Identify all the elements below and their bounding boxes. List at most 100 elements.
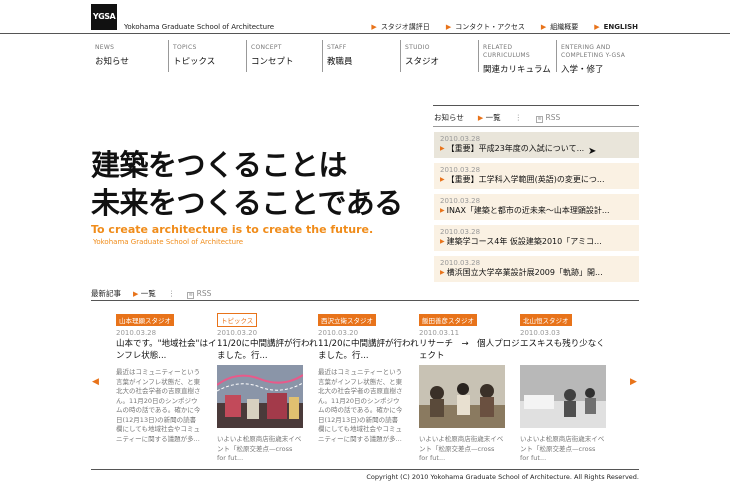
latest-list-link[interactable]: ▶ 一覧	[133, 288, 156, 299]
card-date: 2010.03.20	[318, 329, 359, 337]
card-text: 最近はコミュニティーという言葉がインフレ状態だ、と東北大の社会学者の吉原直樹さん…	[318, 368, 403, 443]
triangle-icon: ▶	[440, 145, 445, 152]
util-link-label: コンタクト・アクセス	[455, 23, 525, 31]
header-divider	[0, 33, 730, 34]
arrow-icon: ▶	[133, 290, 139, 298]
util-link-label: 組織概要	[550, 23, 579, 31]
main-nav: NEWS お知らせ TOPICS トピックス CONCEPT コンセプト STAFF 教…	[91, 40, 639, 75]
nav-jp-label: トピックス	[173, 57, 216, 67]
nav-en-label: ENTERING AND COMPLETING Y-GSA	[561, 44, 626, 59]
util-link-schedule[interactable]: ▶ スタジオ講評日	[371, 22, 429, 32]
nav-topics[interactable]: TOPICS トピックス	[169, 40, 247, 72]
card-image[interactable]	[520, 365, 606, 428]
news-title: お知らせ	[434, 113, 464, 122]
utility-nav: ▶ スタジオ講評日 ▶ コンタクト・アクセス ▶ 組織概要 ▶ ENGLISH	[371, 22, 638, 32]
rss-label: RSS	[196, 288, 212, 298]
nav-jp-label: 入学・修了	[561, 65, 604, 75]
card-tag[interactable]: 飯田善彦スタジオ	[419, 314, 477, 326]
util-link-contact[interactable]: ▶ コンタクト・アクセス	[446, 22, 525, 32]
article-card[interactable]: トピックス 2010.03.20 11/20に中間講評が行われました。行... …	[216, 308, 318, 468]
latest-list-label: 一覧	[140, 289, 156, 298]
card-tag[interactable]: 西沢立衛スタジオ	[318, 314, 376, 326]
card-title[interactable]: リサーチ → 個人プロジェクト	[419, 338, 520, 362]
news-date: 2010.03.28	[440, 259, 481, 267]
nav-jp-label: コンセプト	[251, 57, 294, 67]
news-item-title: 【重要】平成23年度の入試について...	[446, 144, 585, 153]
news-divider	[433, 105, 639, 106]
arrow-icon: ▶	[371, 23, 377, 31]
article-card[interactable]: 西沢立衛スタジオ 2010.03.20 11/20に中間講評が行われました。行.…	[318, 308, 419, 468]
arrow-icon: ▶	[594, 23, 600, 31]
separator: ⋮	[167, 289, 176, 298]
news-item[interactable]: 2010.03.28 ▶ 【重要】平成23年度の入試について... ➤	[434, 132, 639, 158]
news-item[interactable]: 2010.03.28 ▶ 建築学コース4年 仮設建築2010「アミコ...	[434, 225, 639, 251]
nav-admission[interactable]: ENTERING AND COMPLETING Y-GSA 入学・修了	[557, 40, 639, 75]
card-title[interactable]: エスキスも残り少なく	[520, 338, 621, 350]
card-date: 2010.03.28	[116, 329, 157, 337]
news-item-title: 【重要】工学科入学範囲(英語)の変更につ...	[446, 175, 605, 184]
card-date: 2010.03.11	[419, 329, 460, 337]
news-item-title: 横浜国立大学卒業設計展2009「軌跡」開...	[446, 268, 603, 277]
util-link-english[interactable]: ▶ ENGLISH	[594, 22, 638, 32]
card-image[interactable]	[419, 365, 505, 428]
card-title[interactable]: 11/20に中間講評が行われました。行...	[217, 338, 318, 362]
triangle-icon: ▶	[440, 207, 445, 214]
card-tag[interactable]: 山本理顕スタジオ	[116, 314, 174, 326]
arrow-icon: ▶	[445, 23, 452, 31]
util-link-label: スタジオ講評日	[380, 23, 430, 31]
news-item[interactable]: 2010.03.28 ▶ 【重要】工学科入学範囲(英語)の変更につ...	[434, 163, 639, 189]
card-date: 2010.03.20	[217, 329, 258, 337]
logo[interactable]: YGSA	[91, 4, 117, 30]
hero-english: To create architecture is to create the …	[91, 223, 374, 236]
latest-divider	[91, 300, 639, 301]
news-item-title: INAX「建築と都市の近未来〜山本理顕設計...	[446, 206, 610, 215]
util-link-about[interactable]: ▶ 組織概要	[541, 22, 578, 32]
nav-staff[interactable]: STAFF 教職員	[323, 40, 401, 72]
nav-studio[interactable]: STUDIO スタジオ	[401, 40, 479, 72]
arrow-icon: ▶	[540, 23, 547, 31]
triangle-icon: ▶	[440, 269, 445, 276]
card-date: 2010.03.03	[520, 329, 561, 337]
article-card[interactable]: 山本理顕スタジオ 2010.03.28 山本です。"地域社会"はインフレ状態..…	[116, 308, 217, 468]
news-list-label: 一覧	[485, 113, 501, 122]
triangle-icon: ▶	[440, 176, 445, 183]
news-list: 2010.03.28 ▶ 【重要】平成23年度の入試について... ➤ 2010.…	[434, 132, 639, 287]
card-text: いよいよ松原商店街歳末イベント「松原交差点—cross for fut...	[217, 435, 302, 462]
news-rss-link[interactable]: ≋ RSS	[536, 113, 560, 123]
news-date: 2010.03.28	[440, 228, 481, 236]
nav-news[interactable]: NEWS お知らせ	[91, 40, 169, 72]
card-title[interactable]: 11/20に中間講評が行われました。行...	[318, 338, 419, 362]
util-link-label: ENGLISH	[603, 23, 638, 31]
card-tag[interactable]: トピックス	[217, 313, 258, 327]
article-card[interactable]: 北山恒スタジオ 2010.03.03 エスキスも残り少なく いよいよ松原商店街歳…	[520, 308, 621, 468]
news-list-link[interactable]: ▶ 一覧	[478, 112, 501, 123]
nav-en-label: TOPICS	[173, 44, 197, 51]
nav-curriculum[interactable]: RELATED CURRICULUMS 関連カリキュラム	[479, 40, 557, 75]
nav-jp-label: スタジオ	[405, 57, 440, 67]
nav-en-label: RELATED CURRICULUMS	[483, 44, 530, 59]
news-item-title: 建築学コース4年 仮設建築2010「アミコ...	[446, 237, 602, 246]
card-text: いよいよ松原商店街歳末イベント「松原交差点—cross for fut...	[419, 435, 504, 462]
carousel-next-arrow-icon[interactable]: ▶	[630, 377, 637, 387]
card-title[interactable]: 山本です。"地域社会"はインフレ状態...	[116, 338, 217, 362]
card-text: いよいよ松原商店街歳末イベント「松原交差点—cross for fut...	[520, 435, 605, 462]
news-item[interactable]: 2010.03.28 ▶ 横浜国立大学卒業設計展2009「軌跡」開...	[434, 256, 639, 282]
hero-line-1: 建築をつくることは	[91, 148, 347, 182]
triangle-icon: ▶	[440, 238, 445, 245]
nav-en-label: STAFF	[327, 44, 347, 51]
latest-cards: 山本理顕スタジオ 2010.03.28 山本です。"地域社会"はインフレ状態..…	[116, 308, 621, 468]
rss-label: RSS	[545, 112, 561, 122]
hero-title: 建築をつくることは 未来をつくることである	[91, 146, 403, 222]
nav-concept[interactable]: CONCEPT コンセプト	[247, 40, 323, 72]
latest-rss-link[interactable]: ≋ RSS	[187, 289, 211, 299]
nav-en-label: STUDIO	[405, 44, 430, 51]
carousel-prev-arrow-icon[interactable]: ◀	[92, 377, 99, 387]
card-tag[interactable]: 北山恒スタジオ	[520, 314, 572, 326]
card-image[interactable]	[216, 365, 304, 428]
hero-subtitle: Yokohama Graduate School of Architecture	[93, 238, 244, 246]
separator: ⋮	[514, 113, 523, 122]
rss-icon: ≋	[187, 291, 195, 299]
news-item[interactable]: 2010.03.28 ▶ INAX「建築と都市の近未来〜山本理顕設計...	[434, 194, 639, 220]
article-card[interactable]: 飯田善彦スタジオ 2010.03.11 リサーチ → 個人プロジェクト いよいよ…	[419, 308, 520, 468]
nav-en-label: CONCEPT	[251, 44, 282, 51]
